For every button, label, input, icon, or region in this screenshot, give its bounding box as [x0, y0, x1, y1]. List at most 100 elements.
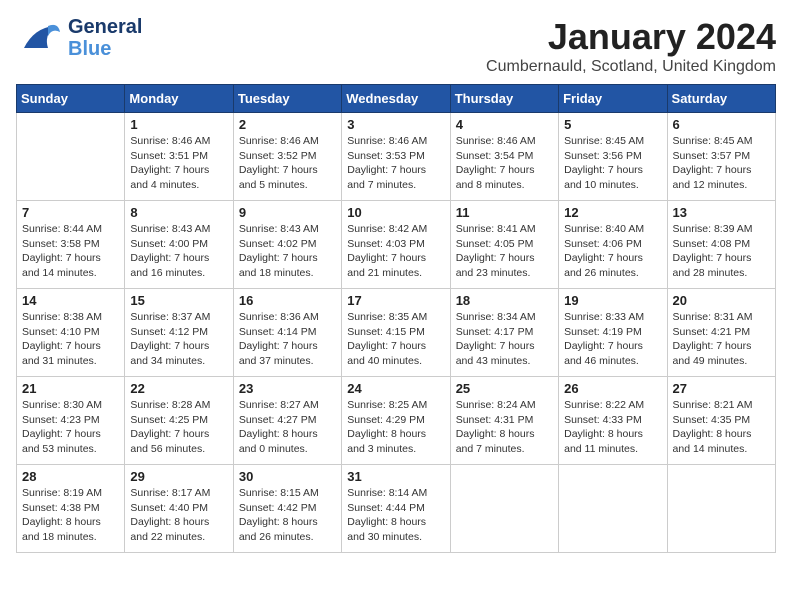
day-number: 13 — [673, 205, 770, 220]
day-info: Sunrise: 8:22 AMSunset: 4:33 PMDaylight:… — [564, 398, 661, 457]
day-number: 31 — [347, 469, 444, 484]
calendar-week-row: 14 Sunrise: 8:38 AMSunset: 4:10 PMDayligh… — [17, 289, 776, 377]
day-number: 5 — [564, 117, 661, 132]
day-info: Sunrise: 8:28 AMSunset: 4:25 PMDaylight:… — [130, 398, 227, 457]
calendar-cell: 18 Sunrise: 8:34 AMSunset: 4:17 PMDayligh… — [450, 289, 558, 377]
day-info: Sunrise: 8:14 AMSunset: 4:44 PMDaylight:… — [347, 486, 444, 545]
day-info: Sunrise: 8:24 AMSunset: 4:31 PMDaylight:… — [456, 398, 553, 457]
header-saturday: Saturday — [667, 85, 775, 113]
day-number: 1 — [130, 117, 227, 132]
calendar-cell — [667, 465, 775, 553]
header-thursday: Thursday — [450, 85, 558, 113]
day-info: Sunrise: 8:33 AMSunset: 4:19 PMDaylight:… — [564, 310, 661, 369]
calendar-cell: 8 Sunrise: 8:43 AMSunset: 4:00 PMDaylight… — [125, 201, 233, 289]
day-number: 28 — [22, 469, 119, 484]
header-wednesday: Wednesday — [342, 85, 450, 113]
day-number: 22 — [130, 381, 227, 396]
calendar-cell: 7 Sunrise: 8:44 AMSunset: 3:58 PMDaylight… — [17, 201, 125, 289]
day-number: 4 — [456, 117, 553, 132]
calendar-cell — [17, 113, 125, 201]
calendar-cell: 2 Sunrise: 8:46 AMSunset: 3:52 PMDaylight… — [233, 113, 341, 201]
day-number: 24 — [347, 381, 444, 396]
day-number: 19 — [564, 293, 661, 308]
day-number: 27 — [673, 381, 770, 396]
day-number: 9 — [239, 205, 336, 220]
day-info: Sunrise: 8:41 AMSunset: 4:05 PMDaylight:… — [456, 222, 553, 281]
header-friday: Friday — [559, 85, 667, 113]
calendar-cell: 31 Sunrise: 8:14 AMSunset: 4:44 PMDayligh… — [342, 465, 450, 553]
day-info: Sunrise: 8:21 AMSunset: 4:35 PMDaylight:… — [673, 398, 770, 457]
calendar-cell — [450, 465, 558, 553]
day-info: Sunrise: 8:46 AMSunset: 3:52 PMDaylight:… — [239, 134, 336, 193]
day-number: 3 — [347, 117, 444, 132]
calendar-cell — [559, 465, 667, 553]
day-number: 7 — [22, 205, 119, 220]
title-block: January 2024 Cumbernauld, Scotland, Unit… — [486, 16, 776, 76]
calendar-cell: 10 Sunrise: 8:42 AMSunset: 4:03 PMDayligh… — [342, 201, 450, 289]
day-number: 16 — [239, 293, 336, 308]
day-info: Sunrise: 8:19 AMSunset: 4:38 PMDaylight:… — [22, 486, 119, 545]
calendar-cell: 12Sunrise: 8:40 AMSunset: 4:06 PMDayligh… — [559, 201, 667, 289]
calendar-week-row: 28 Sunrise: 8:19 AMSunset: 4:38 PMDayligh… — [17, 465, 776, 553]
calendar-week-row: 21Sunrise: 8:30 AMSunset: 4:23 PMDayligh… — [17, 377, 776, 465]
day-number: 15 — [130, 293, 227, 308]
day-info: Sunrise: 8:44 AMSunset: 3:58 PMDaylight:… — [22, 222, 119, 281]
calendar-cell: 13 Sunrise: 8:39 AMSunset: 4:08 PMDayligh… — [667, 201, 775, 289]
logo-text-blue: Blue — [68, 38, 142, 60]
calendar-cell: 19 Sunrise: 8:33 AMSunset: 4:19 PMDayligh… — [559, 289, 667, 377]
calendar-header-row: SundayMondayTuesdayWednesdayThursdayFrid… — [17, 85, 776, 113]
logo-icon — [16, 18, 64, 58]
calendar-cell: 22 Sunrise: 8:28 AMSunset: 4:25 PMDayligh… — [125, 377, 233, 465]
day-info: Sunrise: 8:45 AMSunset: 3:57 PMDaylight:… — [673, 134, 770, 193]
calendar-cell: 15 Sunrise: 8:37 AMSunset: 4:12 PMDayligh… — [125, 289, 233, 377]
header-sunday: Sunday — [17, 85, 125, 113]
month-title: January 2024 — [486, 16, 776, 58]
day-number: 14 — [22, 293, 119, 308]
day-info: Sunrise: 8:27 AMSunset: 4:27 PMDaylight:… — [239, 398, 336, 457]
day-info: Sunrise: 8:45 AMSunset: 3:56 PMDaylight:… — [564, 134, 661, 193]
day-info: Sunrise: 8:36 AMSunset: 4:14 PMDaylight:… — [239, 310, 336, 369]
calendar-cell: 4Sunrise: 8:46 AMSunset: 3:54 PMDaylight… — [450, 113, 558, 201]
location: Cumbernauld, Scotland, United Kingdom — [486, 58, 776, 76]
calendar-cell: 3 Sunrise: 8:46 AMSunset: 3:53 PMDaylight… — [342, 113, 450, 201]
day-number: 6 — [673, 117, 770, 132]
calendar-cell: 16 Sunrise: 8:36 AMSunset: 4:14 PMDayligh… — [233, 289, 341, 377]
day-info: Sunrise: 8:15 AMSunset: 4:42 PMDaylight:… — [239, 486, 336, 545]
calendar-cell: 9 Sunrise: 8:43 AMSunset: 4:02 PMDaylight… — [233, 201, 341, 289]
calendar-cell: 6 Sunrise: 8:45 AMSunset: 3:57 PMDaylight… — [667, 113, 775, 201]
day-number: 26 — [564, 381, 661, 396]
day-number: 10 — [347, 205, 444, 220]
day-info: Sunrise: 8:42 AMSunset: 4:03 PMDaylight:… — [347, 222, 444, 281]
day-number: 18 — [456, 293, 553, 308]
calendar-cell: 23Sunrise: 8:27 AMSunset: 4:27 PMDayligh… — [233, 377, 341, 465]
day-info: Sunrise: 8:43 AMSunset: 4:00 PMDaylight:… — [130, 222, 227, 281]
day-info: Sunrise: 8:46 AMSunset: 3:51 PMDaylight:… — [130, 134, 227, 193]
day-info: Sunrise: 8:30 AMSunset: 4:23 PMDaylight:… — [22, 398, 119, 457]
day-number: 11 — [456, 205, 553, 220]
calendar-cell: 11 Sunrise: 8:41 AMSunset: 4:05 PMDayligh… — [450, 201, 558, 289]
calendar-week-row: 7 Sunrise: 8:44 AMSunset: 3:58 PMDaylight… — [17, 201, 776, 289]
calendar-cell: 28 Sunrise: 8:19 AMSunset: 4:38 PMDayligh… — [17, 465, 125, 553]
calendar-cell: 21Sunrise: 8:30 AMSunset: 4:23 PMDayligh… — [17, 377, 125, 465]
day-info: Sunrise: 8:37 AMSunset: 4:12 PMDaylight:… — [130, 310, 227, 369]
day-number: 12 — [564, 205, 661, 220]
day-info: Sunrise: 8:46 AMSunset: 3:53 PMDaylight:… — [347, 134, 444, 193]
calendar-table: SundayMondayTuesdayWednesdayThursdayFrid… — [16, 84, 776, 553]
logo: General Blue — [16, 16, 142, 60]
calendar-week-row: 1 Sunrise: 8:46 AMSunset: 3:51 PMDaylight… — [17, 113, 776, 201]
calendar-cell: 25Sunrise: 8:24 AMSunset: 4:31 PMDayligh… — [450, 377, 558, 465]
header-monday: Monday — [125, 85, 233, 113]
header-tuesday: Tuesday — [233, 85, 341, 113]
day-number: 30 — [239, 469, 336, 484]
day-info: Sunrise: 8:17 AMSunset: 4:40 PMDaylight:… — [130, 486, 227, 545]
day-number: 2 — [239, 117, 336, 132]
calendar-cell: 20Sunrise: 8:31 AMSunset: 4:21 PMDayligh… — [667, 289, 775, 377]
day-info: Sunrise: 8:39 AMSunset: 4:08 PMDaylight:… — [673, 222, 770, 281]
day-info: Sunrise: 8:38 AMSunset: 4:10 PMDaylight:… — [22, 310, 119, 369]
calendar-cell: 1 Sunrise: 8:46 AMSunset: 3:51 PMDaylight… — [125, 113, 233, 201]
day-info: Sunrise: 8:34 AMSunset: 4:17 PMDaylight:… — [456, 310, 553, 369]
calendar-cell: 14 Sunrise: 8:38 AMSunset: 4:10 PMDayligh… — [17, 289, 125, 377]
day-number: 8 — [130, 205, 227, 220]
day-info: Sunrise: 8:43 AMSunset: 4:02 PMDaylight:… — [239, 222, 336, 281]
page-header: General Blue January 2024 Cumbernauld, S… — [16, 16, 776, 76]
